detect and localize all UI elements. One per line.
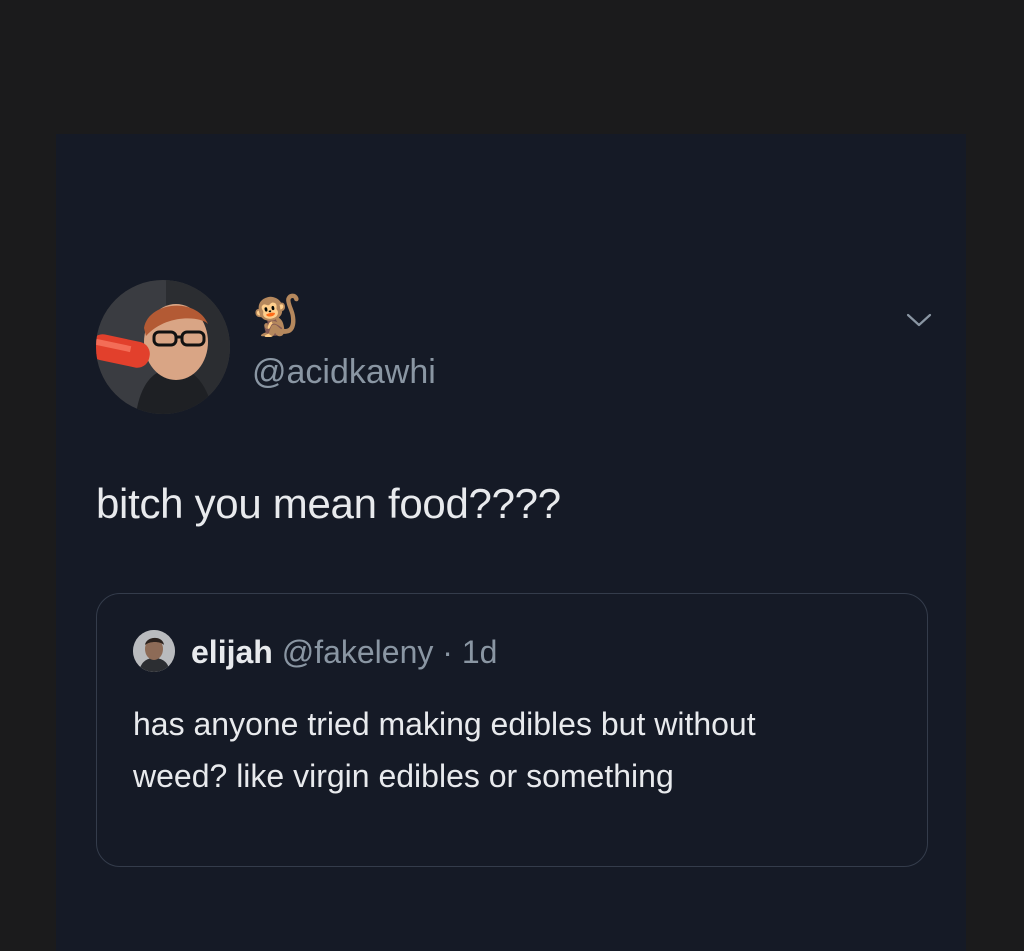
quoted-author-handle[interactable]: @fakeleny [282,634,434,670]
author-handle[interactable]: @acidkawhi [252,352,436,392]
quoted-tweet-text: has anyone tried making edibles but with… [133,706,756,794]
quoted-tweet-header: elijah @fakeleny · 1d [191,632,497,672]
tweet-text: bitch you mean food???? [96,480,561,527]
author-avatar[interactable] [96,280,230,414]
quoted-author-avatar[interactable] [133,630,175,672]
tweet-card: 🐒 @acidkawhi bitch you mean food???? eli… [56,134,966,951]
quoted-tweet-time[interactable]: 1d [462,634,498,670]
separator-dot: · [433,634,462,670]
chevron-down-icon[interactable] [904,308,934,332]
quoted-tweet[interactable]: elijah @fakeleny · 1d has anyone tried m… [96,593,928,867]
quoted-author-name[interactable]: elijah [191,634,273,670]
author-display-name[interactable]: 🐒 [252,294,302,338]
